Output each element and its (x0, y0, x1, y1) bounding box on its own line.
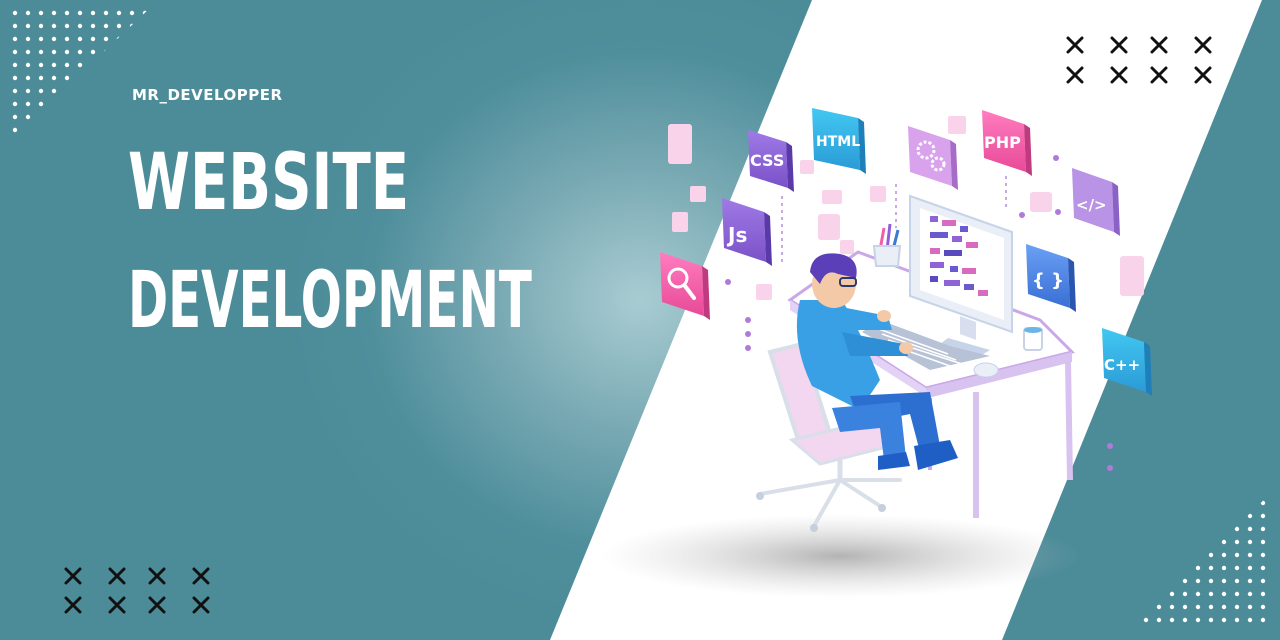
tile-search (660, 252, 710, 320)
tile-js-label: Js (726, 223, 747, 247)
headline-line-1: WEBSITE (128, 138, 410, 228)
brand-name: MR_DEVELOPPER (132, 86, 283, 104)
coffee-cup (1023, 327, 1043, 351)
tile-code-tag-label: </> (1076, 196, 1107, 214)
mouse (973, 362, 999, 378)
dot-pattern-bottom-right (1132, 492, 1272, 628)
dot-pattern-top-left (10, 8, 150, 140)
tile-cpp: C++ (1102, 328, 1152, 396)
x-marks-bottom-left (64, 567, 210, 614)
banner: CSS HTML PHP </> Js {} C++ MR_DEVELOPPE… (0, 0, 1280, 640)
floor-shadow (600, 514, 1080, 598)
headline-line-2: DEVELOPMENT (128, 256, 532, 346)
tile-curly-braces-label: { } (1032, 270, 1064, 291)
tile-css-label: CSS (750, 151, 784, 170)
tile-php-label: PHP (984, 133, 1021, 152)
tile-html-label: HTML (816, 134, 860, 150)
tile-cpp-label: C++ (1104, 356, 1140, 374)
